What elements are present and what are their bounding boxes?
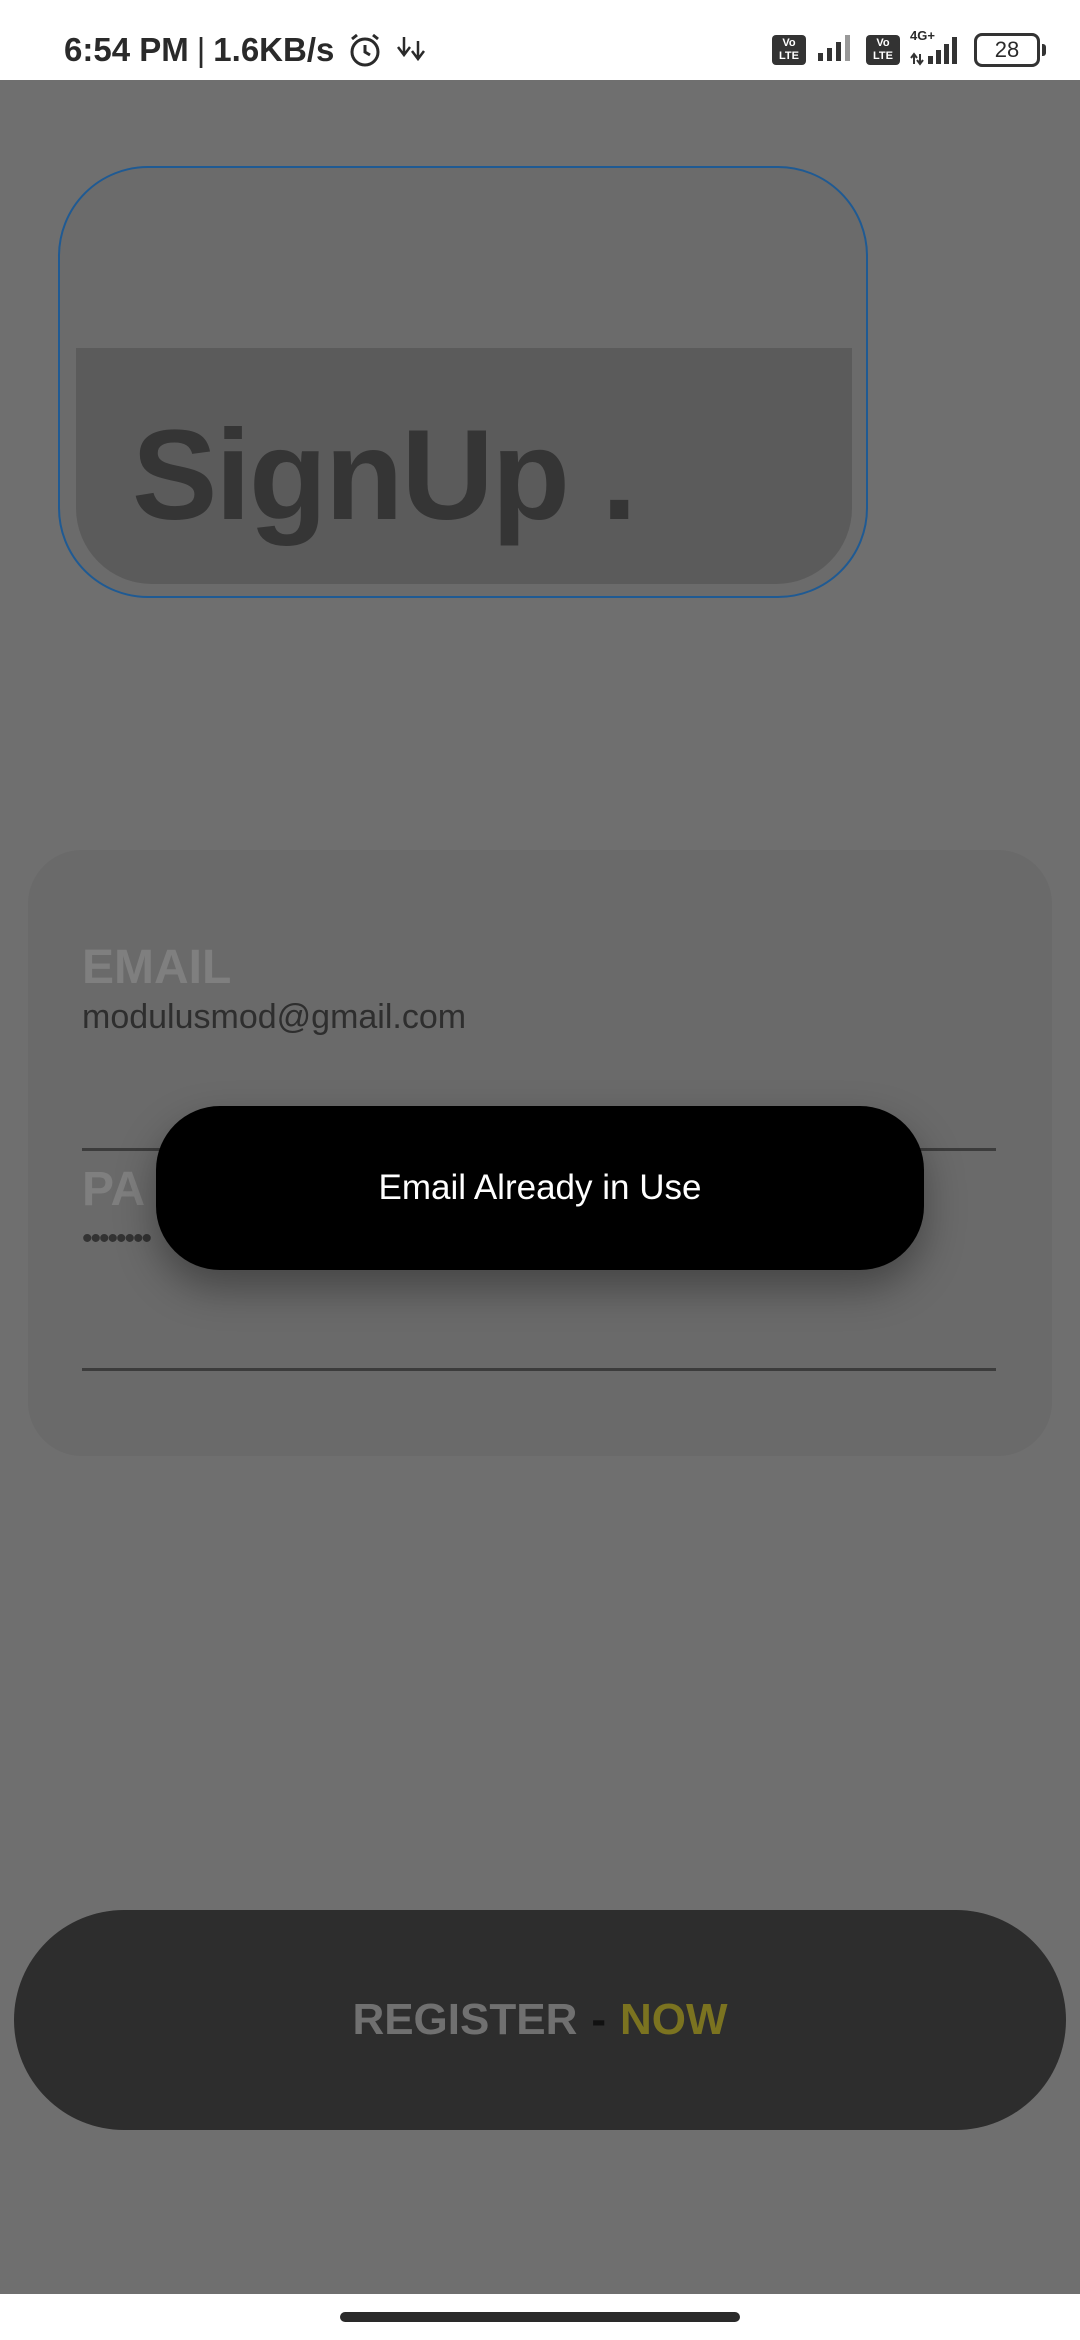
navigation-bar — [0, 2294, 1080, 2340]
toast-message: Email Already in Use — [378, 1168, 702, 1207]
volte-icon-2: Vo LTE — [866, 35, 900, 65]
network-type: 4G+ — [910, 28, 935, 43]
status-bar-left: 6:54 PM | 1.6KB/s — [64, 28, 436, 72]
email-label: EMAIL — [82, 941, 232, 994]
page-title: SignUp . — [132, 404, 637, 547]
signup-header-card: SignUp . — [58, 166, 868, 598]
email-field[interactable]: modulusmod@gmail.com — [82, 998, 466, 1037]
error-toast: Email Already in Use — [156, 1106, 924, 1270]
status-bar-right: Vo LTE Vo LTE 4G+ 28 — [772, 28, 1046, 70]
password-label: PA — [82, 1163, 146, 1216]
password-underline — [82, 1368, 996, 1371]
register-now-button[interactable]: REGISTER - NOW — [14, 1910, 1066, 2130]
status-time: 6:54 PM — [64, 31, 189, 68]
battery-icon: 28 — [974, 33, 1046, 67]
network-speed: 1.6KB/s — [213, 31, 335, 68]
signal-icon — [816, 33, 856, 68]
alarm-icon — [346, 31, 384, 69]
4g-signal-icon: 4G+ — [910, 28, 964, 66]
app-screen: SignUp . EMAIL modulusmod@gmail.com PA •… — [0, 80, 1080, 2294]
status-bar: 6:54 PM | 1.6KB/s Vo LTE Vo LTE 4G+ 28 — [0, 0, 1080, 80]
password-field[interactable]: •••••••• — [82, 1222, 152, 1256]
signup-header-inner: SignUp . — [76, 348, 852, 584]
download-icon — [396, 33, 436, 67]
register-label: REGISTER — [352, 1995, 578, 2044]
home-indicator[interactable] — [340, 2312, 740, 2322]
register-accent-label: NOW — [620, 1995, 728, 2044]
status-separator: | — [196, 31, 206, 68]
register-separator: - — [591, 1995, 607, 2044]
volte-icon: Vo LTE — [772, 35, 806, 65]
